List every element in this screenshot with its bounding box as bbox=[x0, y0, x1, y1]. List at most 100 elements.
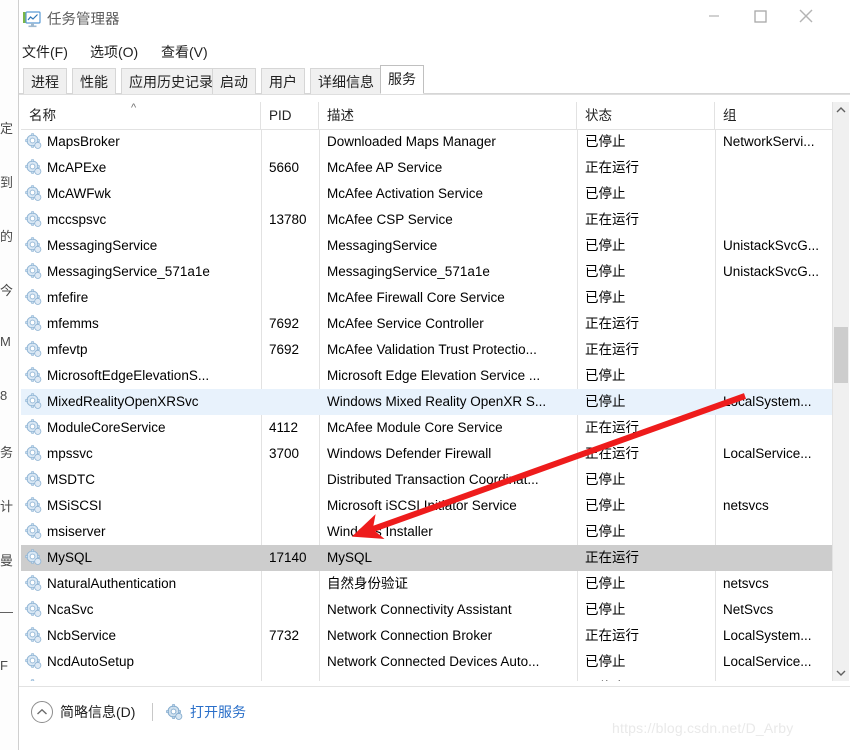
cell-desc: Windows Installer bbox=[327, 524, 433, 539]
cell-pid bbox=[269, 259, 315, 285]
cell-desc: 自然身份验证 bbox=[327, 576, 408, 591]
table-row[interactable]: msiserver Windows Installer 已停止 bbox=[21, 519, 832, 545]
cell-desc: Microsoft Edge Elevation Service ... bbox=[327, 368, 541, 383]
table-row[interactable]: mfefire McAfee Firewall Core Service 已停止 bbox=[21, 285, 832, 311]
cell-pid bbox=[269, 363, 315, 389]
cell-desc: McAfee Service Controller bbox=[327, 316, 484, 331]
cell-name: NaturalAuthentication bbox=[47, 576, 177, 591]
tab-users[interactable]: 用户 bbox=[261, 68, 305, 94]
table-row[interactable]: mfevtp 7692 McAfee Validation Trust Protec… bbox=[21, 337, 832, 363]
background-window-text: 定 bbox=[0, 121, 14, 136]
cell-group: netsvcs bbox=[723, 498, 769, 513]
table-row[interactable]: MSDTC Distributed Transaction Coordinat..… bbox=[21, 467, 832, 493]
cell-pid bbox=[269, 519, 315, 545]
menu-item-options[interactable]: 选项(O) bbox=[90, 40, 138, 64]
cell-name: MessagingService bbox=[47, 238, 158, 253]
tab-startup[interactable]: 启动 bbox=[212, 68, 256, 94]
cell-status: 已停止 bbox=[585, 602, 626, 617]
cell-desc: Microsoft iSCSI Initiator Service bbox=[327, 498, 517, 513]
column-header-row: 名称 ^ PID 描述 状态 组 bbox=[21, 102, 832, 130]
menu-bar: 文件(F) 选项(O) 查看(V) bbox=[19, 40, 850, 64]
table-row[interactable]: McAWFwk McAfee Activation Service 已停止 bbox=[21, 181, 832, 207]
cell-desc: McAfee CSP Service bbox=[327, 212, 453, 227]
table-row[interactable]: MessagingService_571a1e MessagingService_… bbox=[21, 259, 832, 285]
cell-desc: Windows Defender Firewall bbox=[327, 446, 492, 461]
close-button[interactable] bbox=[783, 0, 829, 32]
table-row[interactable]: MixedRealityOpenXRSvc Windows Mixed Reali… bbox=[21, 389, 832, 415]
cell-group bbox=[723, 155, 832, 181]
table-row[interactable]: NcbService 7732 Network Connection Broker 正… bbox=[21, 623, 832, 649]
tab-app-history[interactable]: 应用历史记录 bbox=[121, 68, 221, 94]
column-header-name[interactable]: 名称 ^ bbox=[21, 102, 261, 129]
cell-pid: 4112 bbox=[269, 420, 299, 435]
vertical-scrollbar[interactable] bbox=[832, 102, 849, 681]
cell-status: 正在运行 bbox=[585, 316, 639, 331]
cell-group: LocalService... bbox=[723, 446, 812, 461]
minimize-button[interactable] bbox=[691, 0, 737, 32]
tab-details[interactable]: 详细信息 bbox=[310, 68, 382, 94]
table-row[interactable]: mpssvc 3700 Windows Defender Firewall 正在运行 L… bbox=[21, 441, 832, 467]
table-row[interactable]: NcdAutoSetup Network Connected Devices Au… bbox=[21, 649, 832, 675]
cell-status: 正在运行 bbox=[585, 212, 639, 227]
cell-desc: McAfee Firewall Core Service bbox=[327, 290, 505, 305]
cell-group: netsvcs bbox=[723, 576, 769, 591]
cell-pid bbox=[269, 571, 315, 597]
cell-name: Netlogon bbox=[21, 675, 261, 681]
services-panel: 名称 ^ PID 描述 状态 组 MapsBroker Downloaded Ma… bbox=[19, 94, 850, 686]
cell-name: mpssvc bbox=[47, 446, 93, 461]
column-header-pid[interactable]: PID bbox=[261, 102, 319, 129]
table-row[interactable]: NaturalAuthentication 自然身份验证 已停止 netsvcs bbox=[21, 571, 832, 597]
menu-item-view[interactable]: 查看(V) bbox=[161, 40, 208, 64]
cell-group bbox=[723, 363, 832, 389]
background-window-text: 今 bbox=[0, 283, 14, 298]
background-window-text: 计 bbox=[0, 499, 14, 514]
cell-status: 正在运行 bbox=[585, 420, 639, 435]
table-row[interactable]: MySQL 17140 MySQL 正在运行 bbox=[21, 545, 832, 571]
scroll-down-button[interactable] bbox=[833, 664, 849, 681]
title-bar[interactable]: 任务管理器 bbox=[19, 0, 850, 40]
column-header-group[interactable]: 组 bbox=[715, 102, 832, 129]
background-window-text: M bbox=[0, 334, 11, 349]
fewer-details-label: 简略信息(D) bbox=[60, 704, 136, 720]
cell-desc: Netlogon bbox=[327, 675, 573, 681]
fewer-details-button[interactable]: 简略信息(D) bbox=[31, 700, 135, 724]
column-header-description[interactable]: 描述 bbox=[319, 102, 577, 129]
table-row[interactable]: MSiSCSI Microsoft iSCSI Initiator Service… bbox=[21, 493, 832, 519]
menu-item-file[interactable]: 文件(F) bbox=[22, 40, 68, 64]
maximize-button[interactable] bbox=[737, 0, 783, 32]
column-header-status[interactable]: 状态 bbox=[577, 102, 715, 129]
table-row[interactable]: MicrosoftEdgeElevationS... Microsoft Edge… bbox=[21, 363, 832, 389]
table-row[interactable]: NcaSvc Network Connectivity Assistant 已停止 N… bbox=[21, 597, 832, 623]
cell-status: 已停止 bbox=[585, 498, 626, 513]
watermark: https://blog.csdn.net/D_Arby bbox=[612, 720, 794, 736]
open-services-link[interactable]: 打开服务 bbox=[166, 700, 246, 724]
table-row[interactable]: MessagingService MessagingService 已停止 Unist… bbox=[21, 233, 832, 259]
cell-pid bbox=[269, 467, 315, 493]
cell-group bbox=[723, 675, 832, 681]
table-row[interactable]: mfemms 7692 McAfee Service Controller 正在运行 bbox=[21, 311, 832, 337]
cell-desc: McAfee Activation Service bbox=[327, 186, 484, 201]
table-row[interactable]: McAPExe 5660 McAfee AP Service 正在运行 bbox=[21, 155, 832, 181]
services-listview[interactable]: 名称 ^ PID 描述 状态 组 MapsBroker Downloaded Ma… bbox=[21, 102, 832, 681]
table-row[interactable]: ModuleCoreService 4112 McAfee Module Core … bbox=[21, 415, 832, 441]
cell-status: 已停止 bbox=[585, 186, 626, 201]
scroll-up-button[interactable] bbox=[833, 102, 849, 119]
tab-processes[interactable]: 进程 bbox=[23, 68, 67, 94]
table-row[interactable]: mccspsvc 13780 McAfee CSP Service 正在运行 bbox=[21, 207, 832, 233]
cell-name: MSiSCSI bbox=[47, 498, 102, 513]
cell-pid: 5660 bbox=[269, 160, 300, 175]
sort-ascending-icon: ^ bbox=[131, 102, 137, 114]
cell-group bbox=[723, 207, 832, 233]
cell-desc: McAfee Module Core Service bbox=[327, 420, 503, 435]
table-row[interactable]: MapsBroker Downloaded Maps Manager 已停止 Netw… bbox=[21, 129, 832, 155]
cell-group bbox=[723, 467, 832, 493]
tab-performance[interactable]: 性能 bbox=[72, 68, 116, 94]
tab-services[interactable]: 服务 bbox=[380, 65, 424, 94]
table-row[interactable]: Netlogon Netlogon 已停止 bbox=[21, 675, 832, 681]
cell-name: ModuleCoreService bbox=[47, 420, 166, 435]
cell-status: 已停止 bbox=[585, 368, 626, 383]
scrollbar-thumb[interactable] bbox=[834, 327, 848, 383]
cell-name: McAPExe bbox=[47, 160, 107, 175]
cell-status: 正在运行 bbox=[585, 550, 639, 565]
background-window[interactable]: 定到的今 M 8 务计曼 — F bbox=[0, 0, 18, 750]
